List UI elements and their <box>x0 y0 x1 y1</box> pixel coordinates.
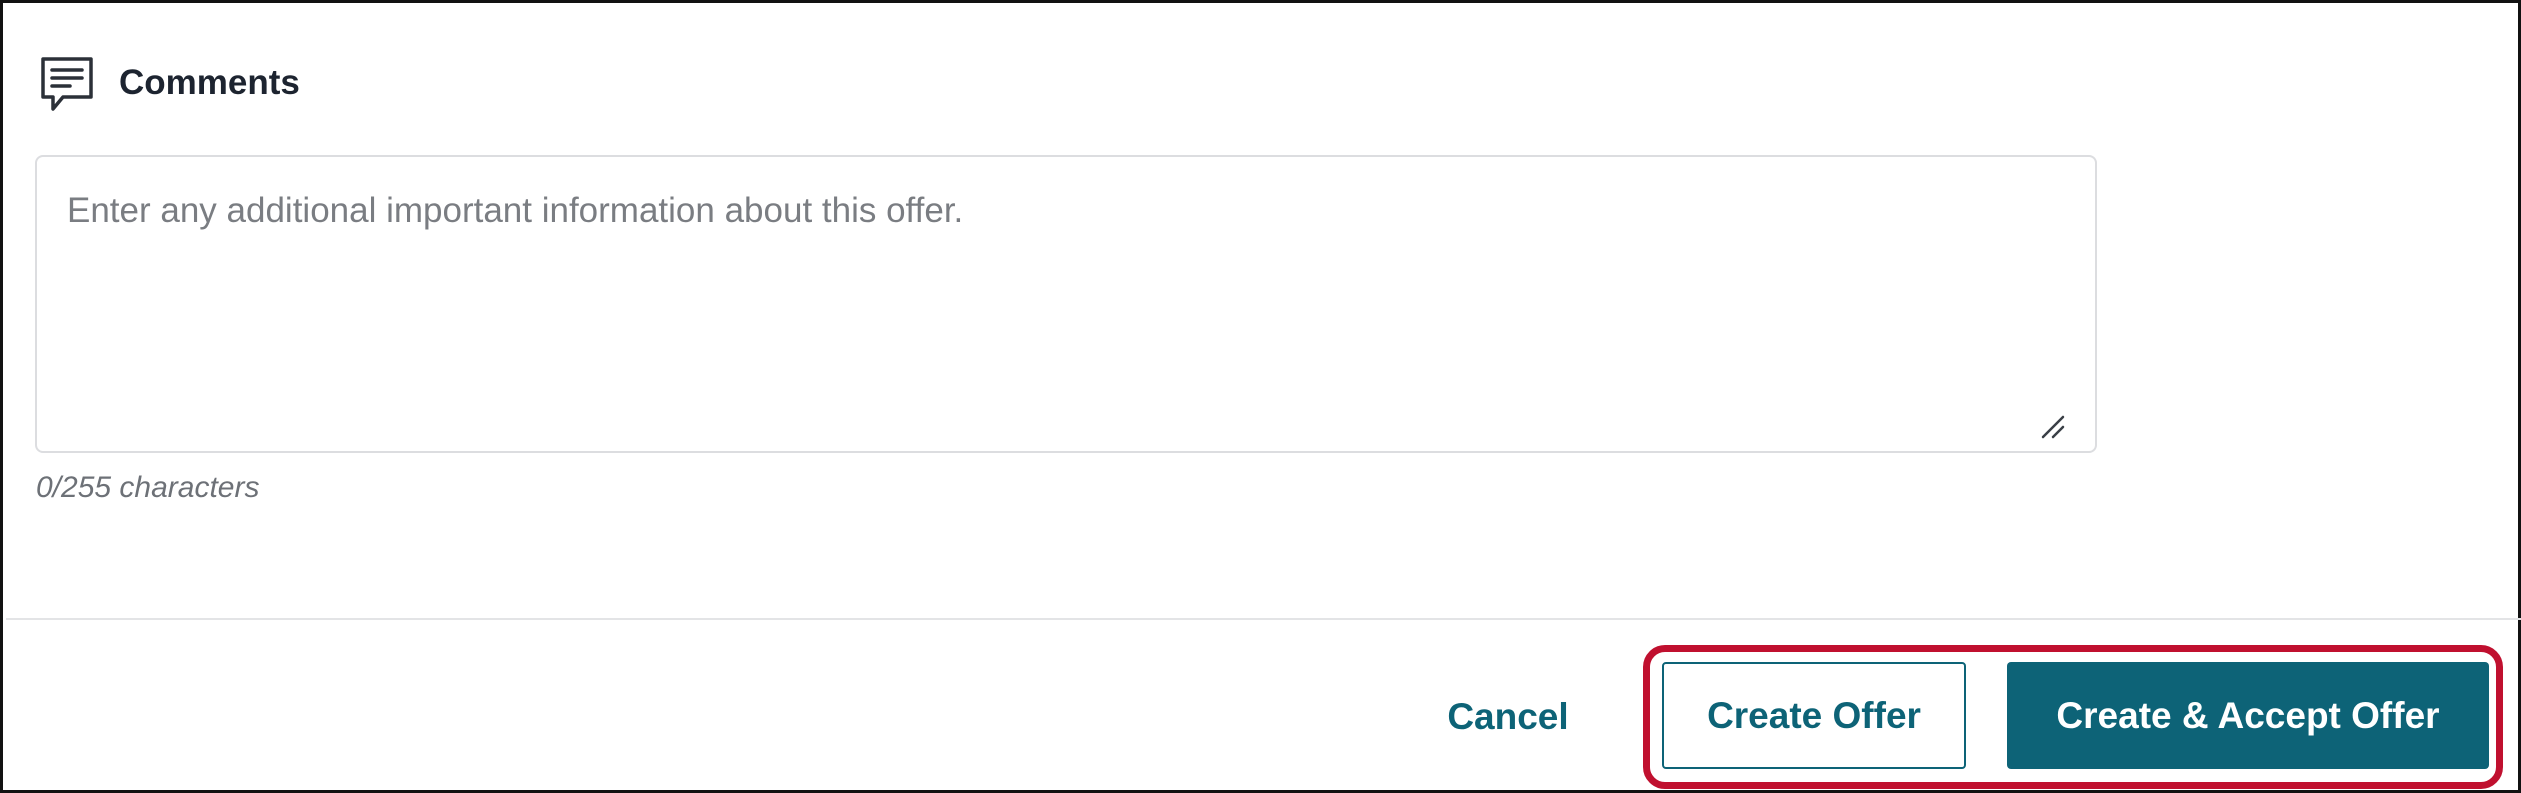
cancel-button[interactable]: Cancel <box>1413 675 1603 759</box>
comments-field[interactable] <box>35 155 2097 453</box>
page-frame: Comments 0/255 characters Cancel Create … <box>0 0 2521 793</box>
create-accept-offer-button[interactable]: Create & Accept Offer <box>2007 662 2489 769</box>
comments-section-header: Comments <box>37 53 300 113</box>
comment-icon <box>41 57 93 111</box>
create-offer-button[interactable]: Create Offer <box>1662 662 1966 769</box>
comments-title: Comments <box>119 63 300 102</box>
footer-divider <box>6 618 2521 620</box>
resize-handle-icon[interactable] <box>2039 413 2065 439</box>
comments-input[interactable] <box>37 157 2095 451</box>
character-counter: 0/255 characters <box>36 471 260 504</box>
